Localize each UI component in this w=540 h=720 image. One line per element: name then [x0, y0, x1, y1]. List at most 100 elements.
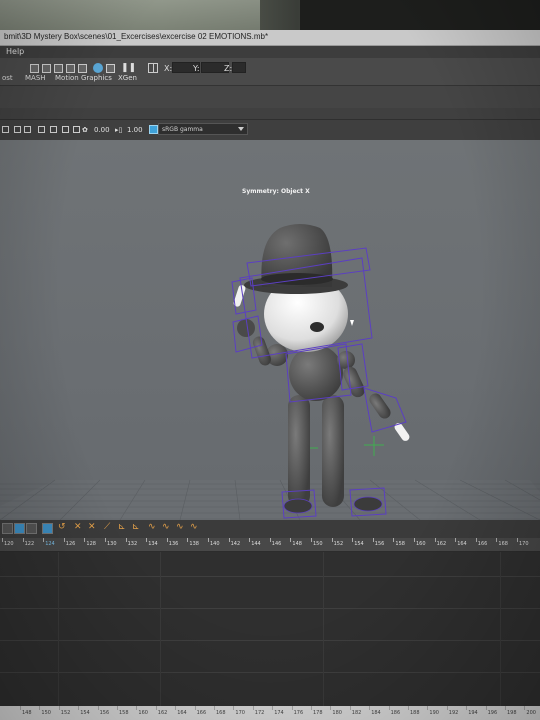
ruler-tick: [58, 706, 60, 710]
ipr-icon[interactable]: [66, 64, 75, 73]
render-view-icon[interactable]: [106, 64, 115, 73]
auto-key-button[interactable]: [14, 523, 25, 534]
ruler-tick: [496, 538, 498, 542]
new-scene-icon[interactable]: [30, 64, 39, 73]
break-tangent-icon[interactable]: ∿: [162, 522, 170, 532]
ruler-tick: [372, 538, 374, 542]
time-ruler[interactable]: 120 122 124 126 128 130 132 134 136 138 140 142 144 1…: [0, 538, 540, 552]
ruler-tick: [136, 706, 138, 710]
ruler-tick-label: 176: [293, 710, 304, 716]
tangent-auto-icon[interactable]: ↺: [58, 522, 66, 532]
panel-menu-bar: [0, 108, 540, 120]
render-settings-icon[interactable]: [78, 64, 87, 73]
ruler-tick-label: 120: [4, 541, 14, 547]
ruler-tick-label: 138: [189, 541, 199, 547]
shadows-icon[interactable]: [62, 126, 69, 133]
ruler-tick: [175, 706, 177, 710]
ruler-tick-label: 134: [148, 541, 158, 547]
ruler-tick: [393, 538, 395, 542]
graph-gridline: [0, 640, 540, 641]
title-prefix: bmit\3D: [4, 32, 32, 41]
time-slider[interactable]: 148 150 152 154 156 158 160 162 164 166 168 170 172 1…: [0, 706, 540, 720]
ruler-tick-label: 194: [468, 710, 478, 716]
hypershade-icon[interactable]: [93, 63, 103, 73]
ruler-tick: [252, 706, 254, 710]
exposure-value[interactable]: 0.00: [94, 126, 110, 134]
z-field[interactable]: [232, 62, 246, 73]
free-weight-icon[interactable]: ∿: [190, 522, 198, 532]
ruler-tick-label: 162: [157, 710, 168, 716]
ruler-tick-label: 170: [519, 541, 529, 547]
ruler-tick-label: 160: [416, 541, 426, 547]
tangent-flat-icon[interactable]: ⊾: [118, 522, 126, 532]
ruler-tick: [331, 538, 333, 542]
color-space-dropdown[interactable]: sRGB gamma: [158, 123, 248, 135]
maya-window: bmit\3D Mystery Box\scenes\01_Excercises…: [0, 30, 540, 720]
tangent-step-icon[interactable]: ⊾: [132, 522, 140, 532]
transform-mode-icon[interactable]: [148, 63, 158, 73]
x-label: X:: [164, 64, 173, 73]
tab-motion-graphics[interactable]: Motion Graphics: [55, 74, 112, 82]
menu-help[interactable]: Help: [6, 47, 24, 56]
ruler-tick: [214, 706, 215, 710]
render-seq-icon[interactable]: [54, 64, 63, 73]
ruler-tick-label: 184: [371, 710, 381, 716]
ruler-tick-label: 182: [351, 710, 362, 716]
gamma-icon[interactable]: ▸▯: [115, 126, 122, 134]
isolate-icon[interactable]: [73, 126, 80, 133]
buffer-curve-button[interactable]: [42, 523, 53, 534]
graph-gridline: [500, 552, 501, 710]
ruler-tick: [117, 706, 118, 710]
graph-editor-area[interactable]: [0, 552, 540, 710]
exposure-icon[interactable]: ✿: [82, 126, 88, 134]
textured-icon[interactable]: [38, 126, 45, 133]
graph-gridline: [323, 552, 324, 710]
ruler-tick-label: 142: [230, 541, 241, 547]
lights-icon[interactable]: [50, 126, 57, 133]
viewport-persp[interactable]: Symmetry: Object X persp: [0, 140, 540, 520]
gamma-value[interactable]: 1.00: [127, 126, 143, 134]
ruler-tick-label: 162: [436, 541, 447, 547]
render-icon[interactable]: [42, 64, 51, 73]
ruler-tick-label: 130: [107, 541, 117, 547]
ruler-tick: [352, 538, 354, 542]
scene-canvas[interactable]: [0, 140, 540, 520]
snap-button[interactable]: [26, 523, 37, 534]
ruler-tick: [349, 706, 351, 710]
tangent-clamped-icon[interactable]: ✕: [88, 522, 96, 532]
wireframe-icon[interactable]: [14, 126, 21, 133]
tab-ost[interactable]: ost: [2, 74, 13, 82]
ruler-tick-label: 156: [374, 541, 385, 547]
pause-icon[interactable]: ❚❚: [121, 63, 136, 73]
ruler-tick-label: 164: [457, 541, 467, 547]
tab-mash[interactable]: MASH: [25, 74, 46, 82]
ruler-tick-label: 150: [313, 541, 323, 547]
camera-attr-icon[interactable]: [2, 126, 9, 133]
key-stats-button[interactable]: [2, 523, 13, 534]
tab-xgen[interactable]: XGen: [118, 74, 137, 82]
ruler-tick-label: 168: [216, 710, 226, 716]
tangent-plateau-icon[interactable]: ∿: [148, 522, 156, 532]
ruler-tick-label: 164: [177, 710, 187, 716]
ruler-tick: [434, 538, 436, 542]
ruler-tick: [369, 706, 371, 710]
ruler-tick-label: 148: [292, 541, 302, 547]
title-bar: bmit\3D Mystery Box\scenes\01_Excercises…: [0, 30, 540, 46]
color-management-icon[interactable]: [149, 125, 158, 134]
unify-tangent-icon[interactable]: ∿: [176, 522, 184, 532]
tangent-linear-icon[interactable]: ⟋: [104, 522, 110, 532]
ruler-tick: [269, 538, 271, 542]
smooth-shade-icon[interactable]: [24, 126, 31, 133]
ruler-tick: [517, 538, 518, 542]
ruler-tick: [311, 538, 312, 542]
ruler-tick-label: 126: [65, 541, 76, 547]
ruler-tick-label: 122: [24, 541, 35, 547]
ruler-tick-label: 188: [410, 710, 420, 716]
y-label: Y:: [193, 64, 200, 73]
ruler-tick: [194, 706, 196, 710]
character-model[interactable]: [233, 224, 411, 514]
ruler-tick: [155, 706, 157, 710]
ruler-tick-label: 180: [332, 710, 342, 716]
tangent-spline-icon[interactable]: ✕: [74, 522, 82, 532]
ruler-tick-label: 166: [477, 541, 488, 547]
